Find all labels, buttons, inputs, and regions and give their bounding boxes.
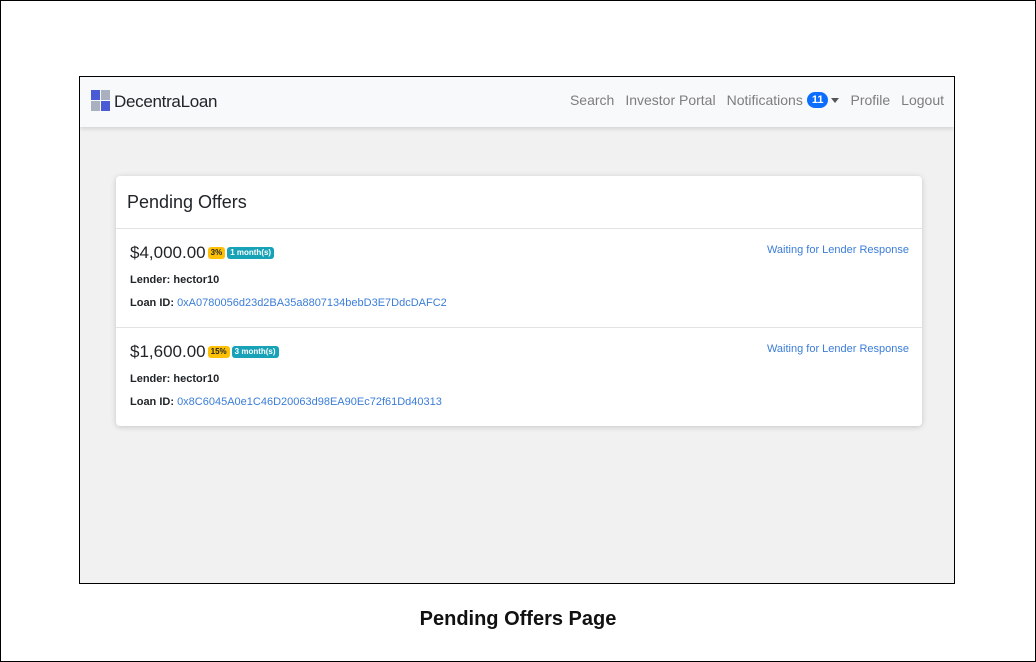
interest-rate-badge: 3%	[207, 247, 226, 259]
offer-status-link[interactable]: Waiting for Lender Response	[767, 343, 909, 355]
term-badge: 1 month(s)	[227, 247, 275, 259]
nav-notifications-dropdown[interactable]: Notifications 11	[727, 92, 840, 108]
loan-id-line: Loan ID: 0xA0780056d23d2BA35a8807134bebD…	[130, 297, 447, 309]
loan-id-link[interactable]: 0x8C6045A0e1C46D20063d98EA90Ec72f61Dd403…	[177, 396, 442, 408]
offer-amount-line: $1,600.00 15% 3 month(s)	[130, 342, 279, 362]
figure-caption: Pending Offers Page	[419, 608, 617, 630]
brand-logo-link[interactable]: DecentraLoan	[91, 89, 218, 115]
lender-line: Lender: hector10	[130, 373, 219, 385]
nav-search-link[interactable]: Search	[570, 92, 614, 108]
brand-name: DecentraLoan	[114, 92, 218, 111]
loan-id-label: Loan ID:	[130, 396, 174, 408]
notifications-label: Notifications	[726, 92, 803, 108]
offer-item: $4,000.00 3% 1 month(s) Lender: hector10…	[116, 229, 922, 328]
offer-item: $1,600.00 15% 3 month(s) Lender: hector1…	[116, 328, 922, 426]
pending-offers-card: Pending Offers $4,000.00 3% 1 month(s) L…	[116, 176, 922, 426]
lender-label: Lender:	[130, 373, 171, 385]
lender-line: Lender: hector10	[130, 274, 219, 286]
nav-links: Search Investor Portal Notifications 11 …	[559, 92, 944, 108]
navbar: DecentraLoan Search Investor Portal Noti…	[80, 77, 954, 127]
nav-investor-portal-link[interactable]: Investor Portal	[625, 92, 715, 108]
loan-id-label: Loan ID:	[130, 297, 174, 309]
lender-name: hector10	[173, 274, 220, 286]
nav-logout-link[interactable]: Logout	[901, 92, 944, 108]
offer-amount: $1,600.00	[130, 342, 206, 361]
notifications-count-badge: 11	[806, 92, 829, 108]
lender-label: Lender:	[130, 274, 171, 286]
loan-id-link[interactable]: 0xA0780056d23d2BA35a8807134bebD3E7DdcDAF…	[177, 297, 447, 309]
interest-rate-badge: 15%	[207, 346, 230, 358]
card-title: Pending Offers	[116, 176, 922, 229]
brand-logo-icon	[91, 89, 111, 115]
lender-name: hector10	[173, 373, 220, 385]
loan-id-line: Loan ID: 0x8C6045A0e1C46D20063d98EA90Ec7…	[130, 396, 442, 408]
nav-profile-link[interactable]: Profile	[850, 92, 890, 108]
offer-status-link[interactable]: Waiting for Lender Response	[767, 244, 909, 256]
app-screenshot: DecentraLoan Search Investor Portal Noti…	[79, 76, 955, 584]
caret-down-icon	[831, 97, 840, 103]
offer-amount-line: $4,000.00 3% 1 month(s)	[130, 243, 275, 263]
term-badge: 3 month(s)	[231, 346, 279, 358]
offer-amount: $4,000.00	[130, 243, 206, 262]
